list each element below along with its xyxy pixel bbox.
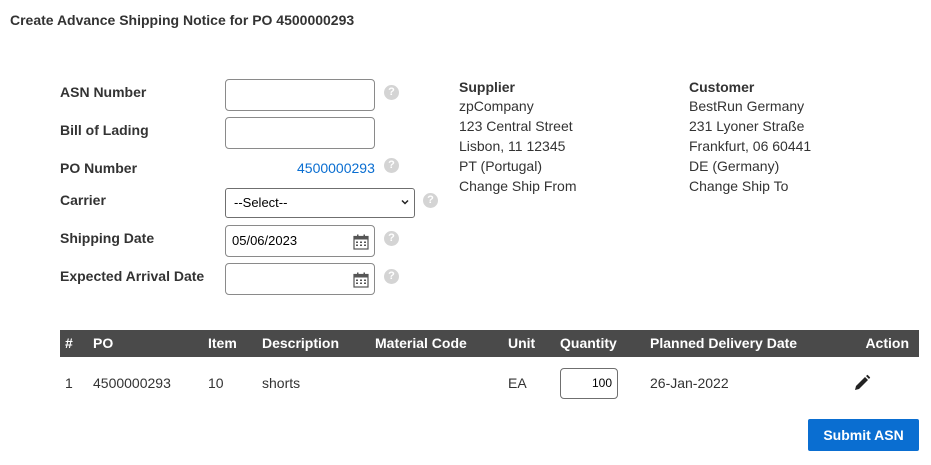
help-icon[interactable]: ? xyxy=(423,193,438,208)
expected-arrival-date-label: Expected Arrival Date xyxy=(60,268,205,284)
customer-street: 231 Lyoner Straße xyxy=(689,118,805,134)
calendar-icon[interactable] xyxy=(353,272,369,288)
supplier-block: Supplier zpCompany 123 Central Street Li… xyxy=(459,78,577,196)
row-planned-delivery-date: 26-Jan-2022 xyxy=(650,375,729,391)
customer-heading: Customer xyxy=(689,79,755,95)
column-header-description: Description xyxy=(262,335,340,351)
supplier-city: Lisbon, 11 12345 xyxy=(459,138,566,154)
change-ship-to-link[interactable]: Change Ship To xyxy=(689,176,811,196)
supplier-country: PT (Portugal) xyxy=(459,158,542,174)
customer-block: Customer BestRun Germany 231 Lyoner Stra… xyxy=(689,78,811,196)
bill-of-lading-label: Bill of Lading xyxy=(60,122,149,138)
help-icon[interactable]: ? xyxy=(384,231,399,246)
shipping-date-value: 05/06/2023 xyxy=(232,233,298,248)
po-number-label: PO Number xyxy=(60,160,138,176)
table-header: # PO Item Description Material Code Unit… xyxy=(60,330,919,357)
column-header-unit: Unit xyxy=(508,335,536,351)
carrier-label: Carrier xyxy=(60,192,106,208)
customer-country: DE (Germany) xyxy=(689,158,780,174)
shipping-date-input[interactable]: 05/06/2023 xyxy=(225,225,375,257)
help-icon[interactable]: ? xyxy=(384,85,399,100)
expected-arrival-date-input[interactable] xyxy=(225,263,375,295)
carrier-selected-value: --Select-- xyxy=(234,195,288,210)
asn-number-label: ASN Number xyxy=(60,84,147,100)
asn-number-input[interactable] xyxy=(225,79,375,111)
bill-of-lading-input[interactable] xyxy=(225,117,375,149)
column-header-number: # xyxy=(65,335,73,351)
change-ship-from-link[interactable]: Change Ship From xyxy=(459,176,577,196)
row-quantity-input[interactable]: 100 xyxy=(560,368,618,399)
row-unit: EA xyxy=(508,375,527,391)
supplier-heading: Supplier xyxy=(459,79,516,95)
po-number-link[interactable]: 4500000293 xyxy=(297,160,375,176)
column-header-material-code: Material Code xyxy=(375,335,467,351)
customer-city: Frankfurt, 06 60441 xyxy=(689,138,812,154)
column-header-po: PO xyxy=(93,335,114,351)
page-title: Create Advance Shipping Notice for PO 45… xyxy=(10,12,355,28)
row-item: 10 xyxy=(208,375,224,391)
row-number: 1 xyxy=(65,375,73,391)
column-header-action: Action xyxy=(865,335,909,351)
row-description: shorts xyxy=(262,375,301,391)
pencil-icon[interactable] xyxy=(853,374,871,392)
carrier-select[interactable]: --Select-- xyxy=(225,188,415,218)
customer-name: BestRun Germany xyxy=(689,98,805,114)
shipping-date-label: Shipping Date xyxy=(60,230,155,246)
help-icon[interactable]: ? xyxy=(384,269,399,284)
supplier-name: zpCompany xyxy=(459,98,534,114)
column-header-planned-delivery-date: Planned Delivery Date xyxy=(650,335,798,351)
column-header-quantity: Quantity xyxy=(560,335,617,351)
help-icon[interactable]: ? xyxy=(384,158,399,173)
column-header-item: Item xyxy=(208,335,237,351)
row-po-link[interactable]: 4500000293 xyxy=(93,374,171,392)
submit-asn-button[interactable]: Submit ASN xyxy=(808,419,919,451)
supplier-street: 123 Central Street xyxy=(459,118,573,134)
calendar-icon[interactable] xyxy=(353,234,369,250)
chevron-down-icon xyxy=(401,199,409,205)
